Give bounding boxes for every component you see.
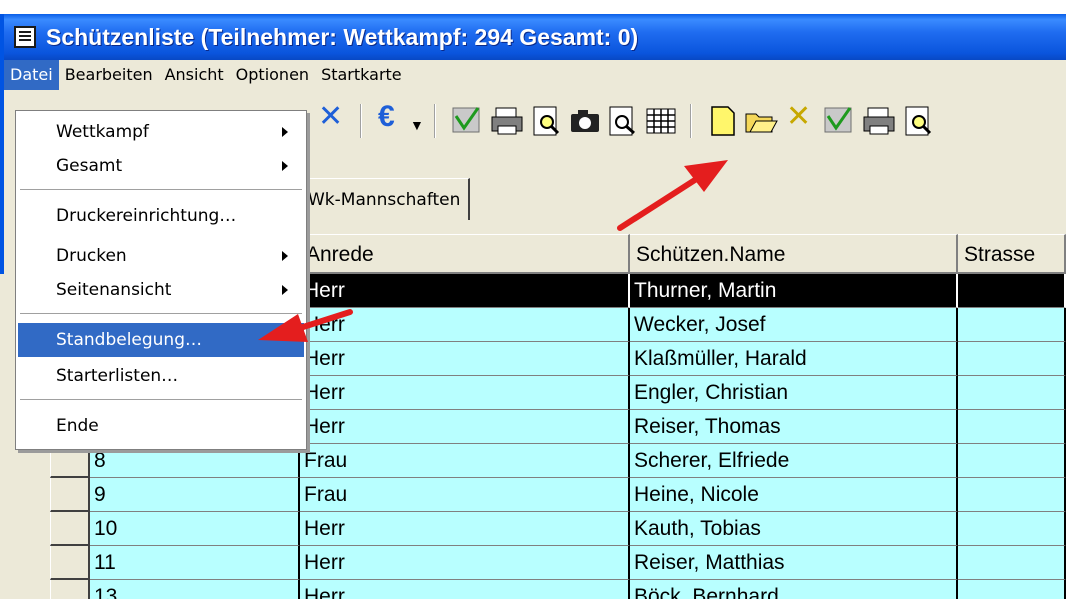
column-header-name[interactable]: Schützen.Name <box>630 234 958 274</box>
filter-check-icon-2[interactable] <box>822 104 856 138</box>
row-selector[interactable] <box>50 580 90 599</box>
menu-optionen[interactable]: Optionen <box>230 60 315 90</box>
delete-yellow-x-icon[interactable]: ✕ <box>786 100 811 134</box>
cell-name[interactable]: Klaßmüller, Harald <box>630 342 958 376</box>
cell-name[interactable]: Reiser, Matthias <box>630 546 958 580</box>
column-header-strasse[interactable]: Strasse <box>958 234 1066 274</box>
menu-item-label: Druckereinrichtung… <box>56 206 237 226</box>
submenu-arrow-icon <box>282 127 288 137</box>
cell-nr[interactable]: 13 <box>90 580 300 599</box>
cell-name[interactable]: Kauth, Tobias <box>630 512 958 546</box>
row-selector[interactable] <box>50 546 90 580</box>
cell-strasse[interactable] <box>958 444 1066 478</box>
cell-strasse[interactable] <box>958 376 1066 410</box>
cell-anrede[interactable]: Herr <box>300 546 630 580</box>
table-row[interactable]: 13 Herr Böck, Bernhard <box>0 580 1066 599</box>
cell-name[interactable]: Engler, Christian <box>630 376 958 410</box>
cell-anrede[interactable]: Herr <box>300 376 630 410</box>
row-selector[interactable] <box>50 512 90 546</box>
camera-icon[interactable] <box>568 104 602 138</box>
filter-check-icon[interactable] <box>450 104 484 138</box>
cell-strasse[interactable] <box>958 512 1066 546</box>
menu-item-label: Starterlisten… <box>56 366 179 386</box>
page-preview-icon[interactable] <box>606 104 640 138</box>
menu-item-label: Wettkampf <box>56 122 149 142</box>
new-document-icon[interactable] <box>706 104 740 138</box>
submenu-arrow-icon <box>282 285 288 295</box>
cell-name[interactable]: Scherer, Elfriede <box>630 444 958 478</box>
delete-x-icon[interactable]: ✕ <box>318 100 343 134</box>
cell-anrede[interactable]: Herr <box>300 410 630 444</box>
dropdown-arrow-icon[interactable]: ▼ <box>410 108 424 142</box>
datei-dropdown-menu: Wettkampf Gesamt Druckereinrichtung… Dru… <box>15 110 307 450</box>
cell-nr[interactable]: 11 <box>90 546 300 580</box>
app-icon <box>14 26 36 48</box>
menu-bearbeiten[interactable]: Bearbeiten <box>59 60 159 90</box>
toolbar-separator <box>360 104 362 138</box>
menu-item-label: Ende <box>56 416 99 436</box>
annotation-arrow-toolbar <box>617 160 728 231</box>
menu-ansicht[interactable]: Ansicht <box>159 60 230 90</box>
menu-item-label: Gesamt <box>56 156 123 176</box>
cell-name[interactable]: Thurner, Martin <box>630 274 958 308</box>
cell-strasse[interactable] <box>958 342 1066 376</box>
cell-strasse[interactable] <box>958 546 1066 580</box>
cell-nr[interactable]: 9 <box>90 478 300 512</box>
cell-anrede[interactable]: Herr <box>300 580 630 599</box>
menu-item-gesamt[interactable]: Gesamt <box>18 149 304 183</box>
toolbar-separator <box>690 104 692 138</box>
menu-startkarte[interactable]: Startkarte <box>315 60 408 90</box>
toolbar-separator <box>434 104 436 138</box>
menu-item-label: Seitenansicht <box>56 280 172 300</box>
cell-strasse[interactable] <box>958 580 1066 599</box>
menu-item-wettkampf[interactable]: Wettkampf <box>18 115 304 149</box>
cell-name[interactable]: Böck, Bernhard <box>630 580 958 599</box>
table-grid-icon[interactable] <box>644 104 678 138</box>
menu-item-starterlisten[interactable]: Starterlisten… <box>18 359 304 393</box>
submenu-arrow-icon <box>282 161 288 171</box>
tab-wk-mannschaften[interactable]: Wk-Mannschaften <box>300 178 471 220</box>
table-row[interactable]: 9 Frau Heine, Nicole <box>0 478 1066 512</box>
cell-name[interactable]: Wecker, Josef <box>630 308 958 342</box>
window-title: Schützenliste (Teilnehmer: Wettkampf: 29… <box>46 23 639 50</box>
menu-datei[interactable]: Datei <box>4 60 59 90</box>
cell-name[interactable]: Reiser, Thomas <box>630 410 958 444</box>
table-row[interactable]: 11 Herr Reiser, Matthias <box>0 546 1066 580</box>
currency-euro-icon[interactable]: € <box>378 100 395 134</box>
row-selector[interactable] <box>50 478 90 512</box>
print-preview-icon[interactable] <box>530 104 564 138</box>
menu-item-drucken[interactable]: Drucken <box>18 239 304 273</box>
menu-bar: Datei Bearbeiten Ansicht Optionen Startk… <box>4 60 1066 90</box>
printer-icon-2[interactable] <box>862 104 896 138</box>
cell-strasse[interactable] <box>958 308 1066 342</box>
cell-nr[interactable]: 10 <box>90 512 300 546</box>
column-header-anrede[interactable]: Anrede <box>300 234 630 274</box>
menu-item-ende[interactable]: Ende <box>18 409 304 443</box>
cell-strasse[interactable] <box>958 274 1066 308</box>
menu-separator <box>20 189 302 191</box>
cell-strasse[interactable] <box>958 410 1066 444</box>
table-row[interactable]: 10 Herr Kauth, Tobias <box>0 512 1066 546</box>
menu-item-druckereinrichtung[interactable]: Druckereinrichtung… <box>18 199 304 233</box>
cell-name[interactable]: Heine, Nicole <box>630 478 958 512</box>
menu-item-label: Drucken <box>56 246 127 266</box>
print-preview-icon-2[interactable] <box>902 104 936 138</box>
submenu-arrow-icon <box>282 251 288 261</box>
annotation-arrow-menu <box>258 309 353 342</box>
cell-anrede[interactable]: Frau <box>300 478 630 512</box>
menu-separator <box>20 399 302 401</box>
cell-anrede[interactable]: Frau <box>300 444 630 478</box>
title-bar: Schützenliste (Teilnehmer: Wettkampf: 29… <box>4 14 1066 60</box>
menu-item-label: Standbelegung… <box>56 330 203 350</box>
cell-anrede[interactable]: Herr <box>300 512 630 546</box>
cell-strasse[interactable] <box>958 478 1066 512</box>
open-folder-icon[interactable] <box>744 104 778 138</box>
printer-icon[interactable] <box>490 104 524 138</box>
